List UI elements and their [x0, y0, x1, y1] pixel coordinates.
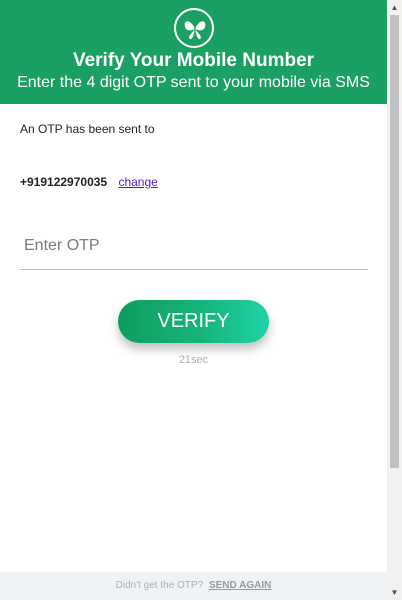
scrollbar-thumb[interactable] — [390, 15, 399, 468]
verify-button[interactable]: VERIFY — [118, 300, 269, 343]
otp-input[interactable] — [20, 222, 368, 270]
footer-prompt: Didn't get the OTP? — [115, 580, 204, 591]
page-title: Verify Your Mobile Number — [72, 50, 315, 71]
scrollbar[interactable]: ▲ ▼ — [387, 0, 402, 600]
otp-sent-label: An OTP has been sent to — [20, 122, 155, 136]
send-again-link[interactable]: SEND AGAIN — [209, 580, 271, 591]
header: Verify Your Mobile Number Enter the 4 di… — [0, 0, 387, 104]
resend-timer: 21sec — [178, 354, 209, 366]
footer: Didn't get the OTP? SEND AGAIN — [0, 572, 387, 600]
phone-number: +919122970035 — [20, 175, 108, 189]
scroll-down-arrow-icon[interactable]: ▼ — [387, 585, 402, 600]
page-subtitle: Enter the 4 digit OTP sent to your mobil… — [17, 74, 370, 91]
scroll-up-arrow-icon[interactable]: ▲ — [387, 0, 402, 15]
otp-verification-page: Verify Your Mobile Number Enter the 4 di… — [0, 0, 387, 600]
change-number-link[interactable]: change — [118, 175, 157, 189]
phone-row: +919122970035 change — [20, 175, 158, 189]
butterfly-icon — [174, 8, 214, 48]
